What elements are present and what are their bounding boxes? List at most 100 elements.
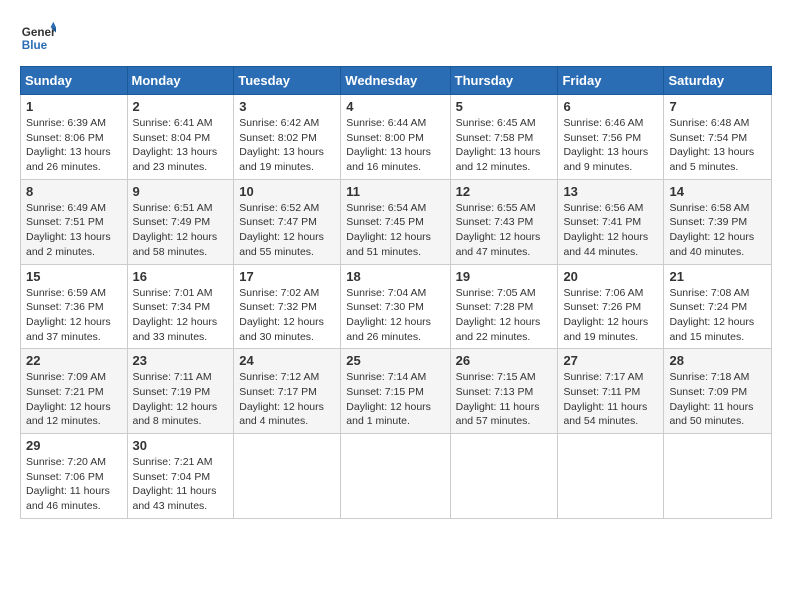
logo: General Blue (20, 20, 56, 56)
day-number: 16 (133, 269, 229, 284)
day-header-tuesday: Tuesday (234, 67, 341, 95)
calendar-cell-0-6: 7 Sunrise: 6:48 AM Sunset: 7:54 PM Daylig… (664, 95, 772, 180)
day-info: Sunrise: 6:48 AM Sunset: 7:54 PM Dayligh… (669, 116, 766, 175)
calendar-cell-2-0: 15 Sunrise: 6:59 AM Sunset: 7:36 PM Dayli… (21, 264, 128, 349)
calendar-table: SundayMondayTuesdayWednesdayThursdayFrid… (20, 66, 772, 519)
day-info: Sunrise: 7:20 AM Sunset: 7:06 PM Dayligh… (26, 455, 122, 514)
logo-icon: General Blue (20, 20, 56, 56)
calendar-cell-4-4 (450, 434, 558, 519)
calendar-cell-3-0: 22 Sunrise: 7:09 AM Sunset: 7:21 PM Dayli… (21, 349, 128, 434)
calendar-cell-1-4: 12 Sunrise: 6:55 AM Sunset: 7:43 PM Dayli… (450, 179, 558, 264)
calendar-cell-0-1: 2 Sunrise: 6:41 AM Sunset: 8:04 PM Daylig… (127, 95, 234, 180)
day-info: Sunrise: 6:54 AM Sunset: 7:45 PM Dayligh… (346, 201, 444, 260)
day-number: 10 (239, 184, 335, 199)
day-number: 12 (456, 184, 553, 199)
calendar-cell-4-3 (341, 434, 450, 519)
day-info: Sunrise: 6:55 AM Sunset: 7:43 PM Dayligh… (456, 201, 553, 260)
day-info: Sunrise: 6:52 AM Sunset: 7:47 PM Dayligh… (239, 201, 335, 260)
calendar-cell-2-6: 21Sunrise: 7:08 AM Sunset: 7:24 PM Dayli… (664, 264, 772, 349)
calendar-cell-3-5: 27 Sunrise: 7:17 AM Sunset: 7:11 PM Dayli… (558, 349, 664, 434)
calendar-cell-1-3: 11 Sunrise: 6:54 AM Sunset: 7:45 PM Dayli… (341, 179, 450, 264)
calendar-cell-0-5: 6 Sunrise: 6:46 AM Sunset: 7:56 PM Daylig… (558, 95, 664, 180)
day-info: Sunrise: 6:51 AM Sunset: 7:49 PM Dayligh… (133, 201, 229, 260)
day-info: Sunrise: 6:44 AM Sunset: 8:00 PM Dayligh… (346, 116, 444, 175)
day-info: Sunrise: 7:09 AM Sunset: 7:21 PM Dayligh… (26, 370, 122, 429)
day-number: 30 (133, 438, 229, 453)
calendar-cell-2-4: 19 Sunrise: 7:05 AM Sunset: 7:28 PM Dayli… (450, 264, 558, 349)
calendar-cell-0-0: 1Sunrise: 6:39 AM Sunset: 8:06 PM Daylig… (21, 95, 128, 180)
day-number: 14 (669, 184, 766, 199)
day-number: 27 (563, 353, 658, 368)
svg-text:Blue: Blue (22, 39, 48, 52)
day-info: Sunrise: 6:41 AM Sunset: 8:04 PM Dayligh… (133, 116, 229, 175)
calendar-cell-1-1: 9 Sunrise: 6:51 AM Sunset: 7:49 PM Daylig… (127, 179, 234, 264)
calendar-cell-0-2: 3 Sunrise: 6:42 AM Sunset: 8:02 PM Daylig… (234, 95, 341, 180)
day-info: Sunrise: 6:49 AM Sunset: 7:51 PM Dayligh… (26, 201, 122, 260)
day-number: 2 (133, 99, 229, 114)
day-info: Sunrise: 6:39 AM Sunset: 8:06 PM Dayligh… (26, 116, 122, 175)
day-number: 3 (239, 99, 335, 114)
day-header-sunday: Sunday (21, 67, 128, 95)
calendar-cell-3-6: 28 Sunrise: 7:18 AM Sunset: 7:09 PM Dayli… (664, 349, 772, 434)
svg-text:General: General (22, 26, 56, 39)
day-number: 25 (346, 353, 444, 368)
calendar-cell-1-0: 8 Sunrise: 6:49 AM Sunset: 7:51 PM Daylig… (21, 179, 128, 264)
day-info: Sunrise: 6:56 AM Sunset: 7:41 PM Dayligh… (563, 201, 658, 260)
day-header-saturday: Saturday (664, 67, 772, 95)
day-info: Sunrise: 7:21 AM Sunset: 7:04 PM Dayligh… (133, 455, 229, 514)
calendar-cell-3-1: 23 Sunrise: 7:11 AM Sunset: 7:19 PM Dayli… (127, 349, 234, 434)
calendar-cell-4-0: 29 Sunrise: 7:20 AM Sunset: 7:06 PM Dayli… (21, 434, 128, 519)
day-info: Sunrise: 7:11 AM Sunset: 7:19 PM Dayligh… (133, 370, 229, 429)
calendar-cell-2-3: 18Sunrise: 7:04 AM Sunset: 7:30 PM Dayli… (341, 264, 450, 349)
day-info: Sunrise: 7:12 AM Sunset: 7:17 PM Dayligh… (239, 370, 335, 429)
day-number: 9 (133, 184, 229, 199)
day-info: Sunrise: 7:08 AM Sunset: 7:24 PM Dayligh… (669, 286, 766, 345)
day-info: Sunrise: 7:02 AM Sunset: 7:32 PM Dayligh… (239, 286, 335, 345)
calendar-cell-4-5 (558, 434, 664, 519)
day-number: 6 (563, 99, 658, 114)
day-number: 11 (346, 184, 444, 199)
day-info: Sunrise: 6:46 AM Sunset: 7:56 PM Dayligh… (563, 116, 658, 175)
day-number: 20 (563, 269, 658, 284)
day-number: 8 (26, 184, 122, 199)
day-info: Sunrise: 7:14 AM Sunset: 7:15 PM Dayligh… (346, 370, 444, 429)
day-number: 13 (563, 184, 658, 199)
calendar-cell-2-2: 17 Sunrise: 7:02 AM Sunset: 7:32 PM Dayli… (234, 264, 341, 349)
calendar-week-2: 15 Sunrise: 6:59 AM Sunset: 7:36 PM Dayli… (21, 264, 772, 349)
calendar-cell-1-2: 10 Sunrise: 6:52 AM Sunset: 7:47 PM Dayli… (234, 179, 341, 264)
day-info: Sunrise: 6:45 AM Sunset: 7:58 PM Dayligh… (456, 116, 553, 175)
calendar-cell-3-3: 25 Sunrise: 7:14 AM Sunset: 7:15 PM Dayli… (341, 349, 450, 434)
calendar-cell-0-4: 5 Sunrise: 6:45 AM Sunset: 7:58 PM Daylig… (450, 95, 558, 180)
day-number: 5 (456, 99, 553, 114)
day-info: Sunrise: 7:17 AM Sunset: 7:11 PM Dayligh… (563, 370, 658, 429)
day-info: Sunrise: 7:06 AM Sunset: 7:26 PM Dayligh… (563, 286, 658, 345)
day-info: Sunrise: 6:42 AM Sunset: 8:02 PM Dayligh… (239, 116, 335, 175)
day-info: Sunrise: 6:59 AM Sunset: 7:36 PM Dayligh… (26, 286, 122, 345)
calendar-week-1: 8 Sunrise: 6:49 AM Sunset: 7:51 PM Daylig… (21, 179, 772, 264)
calendar-week-4: 29 Sunrise: 7:20 AM Sunset: 7:06 PM Dayli… (21, 434, 772, 519)
calendar-cell-1-5: 13 Sunrise: 6:56 AM Sunset: 7:41 PM Dayli… (558, 179, 664, 264)
day-number: 18 (346, 269, 444, 284)
calendar-week-0: 1Sunrise: 6:39 AM Sunset: 8:06 PM Daylig… (21, 95, 772, 180)
day-number: 29 (26, 438, 122, 453)
calendar-cell-3-2: 24Sunrise: 7:12 AM Sunset: 7:17 PM Dayli… (234, 349, 341, 434)
day-info: Sunrise: 7:05 AM Sunset: 7:28 PM Dayligh… (456, 286, 553, 345)
day-number: 22 (26, 353, 122, 368)
calendar-cell-4-2 (234, 434, 341, 519)
day-number: 4 (346, 99, 444, 114)
day-number: 7 (669, 99, 766, 114)
day-number: 23 (133, 353, 229, 368)
page-header: General Blue (20, 20, 772, 56)
calendar-cell-3-4: 26Sunrise: 7:15 AM Sunset: 7:13 PM Dayli… (450, 349, 558, 434)
day-info: Sunrise: 7:18 AM Sunset: 7:09 PM Dayligh… (669, 370, 766, 429)
day-info: Sunrise: 6:58 AM Sunset: 7:39 PM Dayligh… (669, 201, 766, 260)
day-info: Sunrise: 7:01 AM Sunset: 7:34 PM Dayligh… (133, 286, 229, 345)
day-header-wednesday: Wednesday (341, 67, 450, 95)
day-number: 19 (456, 269, 553, 284)
calendar-cell-1-6: 14 Sunrise: 6:58 AM Sunset: 7:39 PM Dayli… (664, 179, 772, 264)
day-number: 28 (669, 353, 766, 368)
day-number: 15 (26, 269, 122, 284)
day-info: Sunrise: 7:15 AM Sunset: 7:13 PM Dayligh… (456, 370, 553, 429)
day-number: 17 (239, 269, 335, 284)
calendar-cell-2-5: 20 Sunrise: 7:06 AM Sunset: 7:26 PM Dayli… (558, 264, 664, 349)
